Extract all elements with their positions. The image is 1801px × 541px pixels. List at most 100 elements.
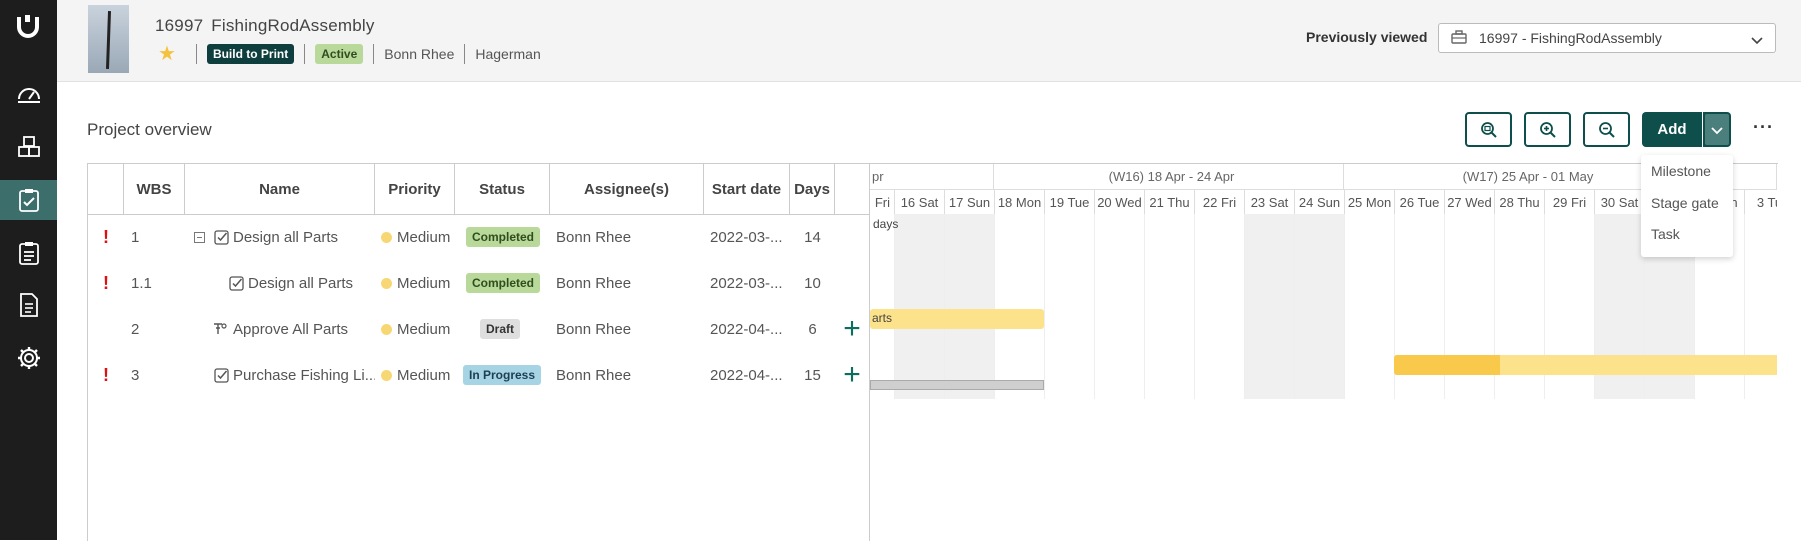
add-subtask-button[interactable]: + — [835, 352, 869, 398]
col-priority[interactable]: Priority — [375, 164, 455, 214]
gear-icon[interactable] — [0, 338, 57, 378]
project-number: 16997 — [155, 16, 204, 35]
task-check-icon — [214, 352, 229, 398]
col-actions — [835, 164, 869, 214]
days-cell: 10 — [804, 274, 821, 292]
cubes-icon[interactable] — [0, 127, 57, 167]
col-status[interactable]: Status — [455, 164, 550, 214]
task-name[interactable]: Purchase Fishing Li... — [233, 352, 375, 398]
briefcase-icon — [1451, 29, 1467, 47]
zoom-out-button[interactable] — [1583, 112, 1630, 147]
priority-dot-icon — [381, 231, 392, 243]
gantt-day-header: 20 Wed — [1095, 189, 1145, 214]
gantt-day-header: 18 Mon — [995, 189, 1045, 214]
priority-dot-icon — [381, 323, 392, 335]
priority-dot-icon — [381, 369, 392, 381]
status-badge: Completed — [466, 214, 541, 260]
chevron-down-icon — [1751, 32, 1763, 48]
gantt-day-column — [1045, 214, 1095, 399]
wbs-cell: 1.1 — [131, 274, 152, 292]
chevron-down-icon — [1711, 126, 1723, 134]
overview-title: Project overview — [87, 120, 212, 139]
project-thumbnail — [88, 5, 129, 73]
gantt-day-column — [1345, 214, 1395, 399]
u-logo-icon[interactable] — [13, 12, 43, 42]
days-cell: 6 — [808, 320, 817, 338]
status-badge: In Progress — [463, 352, 542, 398]
gantt-day-column — [945, 214, 995, 399]
gantt-day-column — [1295, 214, 1345, 399]
clipboard-list-icon[interactable] — [0, 233, 57, 273]
previously-viewed-value: 16997 - FishingRodAssembly — [1479, 30, 1662, 46]
gantt-day-column — [1245, 214, 1295, 399]
gantt-bar-approve[interactable] — [870, 309, 1044, 329]
days-cell: 14 — [804, 228, 821, 246]
col-assignees[interactable]: Assignee(s) — [550, 164, 704, 214]
zoom-fit-button[interactable] — [1465, 112, 1512, 147]
priority-cell: Medium — [381, 306, 450, 352]
start-date-cell: 2022-03-... — [710, 228, 783, 246]
table-header: WBS Name Priority Status Assignee(s) Sta… — [88, 164, 869, 215]
project-name: FishingRodAssembly — [211, 16, 375, 35]
favorite-star-icon[interactable]: ★ — [158, 44, 176, 64]
dashboard-icon[interactable] — [0, 74, 57, 114]
task-name[interactable]: Design all Parts — [233, 214, 373, 260]
start-date-cell: 2022-04-... — [710, 320, 783, 338]
project-title: 16997 FishingRodAssembly — [155, 16, 375, 36]
more-options-button[interactable]: ··· — [1753, 117, 1774, 138]
col-start-date[interactable]: Start date — [704, 164, 790, 214]
task-name[interactable]: Design all Parts — [248, 260, 373, 306]
approval-icon — [212, 306, 228, 352]
menu-item-milestone[interactable]: Milestone — [1651, 163, 1711, 179]
gantt-day-column — [995, 214, 1045, 399]
zoom-in-icon — [1539, 121, 1556, 138]
project-type-badge: Build to Print — [206, 44, 295, 64]
warning-flag-icon: ! — [103, 272, 109, 293]
wbs-cell: 1 — [131, 228, 140, 246]
gantt-day-column — [870, 214, 895, 399]
gantt-day-column — [1145, 214, 1195, 399]
gantt-day-column — [1095, 214, 1145, 399]
gantt-day-header: 28 Thu — [1495, 189, 1545, 214]
status-badge: Draft — [480, 306, 521, 352]
add-dropdown-toggle[interactable] — [1703, 112, 1731, 147]
add-button[interactable]: Add — [1642, 112, 1702, 147]
gantt-day-header: 29 Fri — [1545, 189, 1595, 214]
col-name[interactable]: Name — [185, 164, 375, 214]
left-nav-rail — [0, 0, 57, 540]
priority-dot-icon — [381, 277, 392, 289]
task-name[interactable]: Approve All Parts — [233, 306, 373, 352]
project-status-badge: Active — [315, 44, 364, 64]
gantt-day-header: 26 Tue — [1395, 189, 1445, 214]
gantt-day-header: Fri — [870, 189, 895, 214]
gantt-day-header: 22 Fri — [1195, 189, 1245, 214]
wbs-cell: 3 — [131, 366, 140, 384]
collapse-icon[interactable] — [194, 214, 205, 260]
clipboard-check-icon[interactable] — [0, 180, 57, 220]
previously-viewed-select[interactable]: 16997 - FishingRodAssembly — [1438, 23, 1776, 53]
priority-cell: Medium — [381, 260, 450, 306]
bar-label: days — [873, 217, 899, 231]
document-icon[interactable] — [0, 285, 57, 325]
gantt-day-header: 30 Sat — [1595, 189, 1645, 214]
start-date-cell: 2022-04-... — [710, 366, 783, 384]
warning-flag-icon: ! — [103, 226, 109, 247]
zoom-in-button[interactable] — [1524, 112, 1571, 147]
gantt-bar-progress — [1394, 355, 1500, 375]
assignee-cell: Bonn Rhee — [556, 274, 632, 292]
project-owner: Bonn Rhee — [384, 46, 455, 62]
gantt-day-header: 25 Mon — [1345, 189, 1395, 214]
col-wbs[interactable]: WBS — [124, 164, 185, 214]
menu-item-stage-gate[interactable]: Stage gate — [1651, 195, 1719, 211]
gantt-day-header: 23 Sat — [1245, 189, 1295, 214]
col-flag — [88, 164, 124, 214]
col-days[interactable]: Days — [790, 164, 835, 214]
bar-label: arts — [872, 311, 893, 325]
add-subtask-button[interactable]: + — [835, 306, 869, 352]
menu-item-task[interactable]: Task — [1651, 226, 1680, 242]
priority-cell: Medium — [381, 352, 450, 398]
task-check-icon — [229, 260, 244, 306]
week-header: pr — [870, 164, 994, 189]
gantt-day-column — [1195, 214, 1245, 399]
zoom-fit-icon — [1480, 121, 1497, 138]
